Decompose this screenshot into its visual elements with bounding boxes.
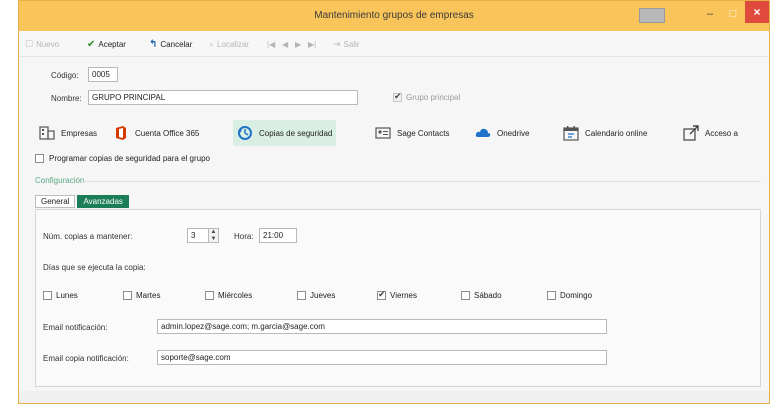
tab-onedrive-label: Onedrive [497,128,530,138]
tab-online-calendar[interactable]: Calendario online [559,120,651,146]
new-document-icon: ☐ [25,38,34,49]
new-button[interactable]: ☐ Nuevo [25,38,59,50]
spin-up-icon[interactable]: ▲ [209,229,218,236]
tab-advanced[interactable]: Avanzadas [77,195,129,208]
companies-icon [39,125,55,141]
locate-button[interactable]: ⌕ Localizar [209,38,249,50]
main-group-option[interactable]: Grupo principal [393,91,461,102]
undo-icon: ↰ [149,38,158,50]
status-bar [19,391,769,403]
schedule-backups-checkbox[interactable] [35,154,44,163]
schedule-backups-label: Programar copias de seguridad para el gr… [49,154,210,163]
copies-spinner[interactable]: ▲ ▼ [208,228,219,243]
first-record-button[interactable]: |◀ [267,38,275,50]
contacts-icon [375,125,391,141]
day-label-tuesday: Martes [136,291,161,300]
title-bar: Mantenimiento grupos de empresas – □ × [19,1,769,31]
day-option-wednesday[interactable]: Miércoles [205,291,252,300]
notification-email-field[interactable]: admin.lopez@sage.com; m.garcia@sage.com [157,319,607,334]
day-option-saturday[interactable]: Sábado [461,291,502,300]
day-option-thursday[interactable]: Jueves [297,291,335,300]
configuration-section-title: Configuración [35,176,85,185]
notification-copy-email-label: Email copia notificación: [43,354,129,363]
accept-button-label: Aceptar [98,39,126,49]
tab-sage-contacts[interactable]: Sage Contacts [371,120,453,146]
tab-online-calendar-label: Calendario online [585,128,648,138]
main-group-checkbox[interactable] [393,91,402,102]
tab-backups[interactable]: Copias de seguridad [233,120,337,146]
backup-icon [237,125,253,141]
tab-empresas-label: Empresas [61,128,98,138]
name-label: Nombre: [51,94,82,103]
tab-sage-contacts-label: Sage Contacts [397,128,450,138]
tab-empresas[interactable]: Empresas [35,120,101,146]
tab-office365-label: Cuenta Office 365 [135,128,200,138]
config-subtabs: General Avanzadas [35,195,129,208]
maximize-button[interactable]: □ [724,5,742,23]
day-option-friday[interactable]: Viernes [377,289,417,300]
copies-to-keep-field[interactable]: 3 [187,228,209,243]
toolbar: ☐ Nuevo ✔ Aceptar ↰ Cancelar ⌕ Localizar… [19,31,769,57]
tab-office365[interactable]: Cuenta Office 365 [109,120,203,146]
name-field[interactable]: GRUPO PRINCIPAL [88,90,358,105]
search-icon: ⌕ [209,38,215,49]
calendar-icon [563,125,579,141]
day-label-friday: Viernes [390,291,417,300]
section-divider [81,181,761,182]
tab-access-label: Acceso a [705,128,738,138]
day-label-thursday: Jueves [310,291,336,300]
exit-button[interactable]: ⇥ Salir [333,38,360,50]
new-button-label: Nuevo [36,39,60,49]
main-group-label: Grupo principal [406,93,461,102]
day-checkbox-thursday[interactable] [297,291,306,300]
tab-backups-label: Copias de seguridad [259,128,333,138]
day-label-monday: Lunes [56,291,78,300]
locate-button-label: Localizar [217,39,250,49]
last-record-button[interactable]: ▶| [308,38,316,50]
office-icon [113,125,129,141]
day-checkbox-wednesday[interactable] [205,291,214,300]
tab-access[interactable]: Acceso a [679,120,742,146]
time-label: Hora: [234,232,254,241]
minimize-button[interactable]: – [701,5,719,23]
notification-email-label: Email notificación: [43,323,108,332]
notification-copy-email-field[interactable]: soporte@sage.com [157,350,607,365]
day-label-sunday: Domingo [560,291,593,300]
cloud-icon [475,125,491,141]
next-record-button[interactable]: ▶ [295,38,301,50]
day-checkbox-friday[interactable] [377,289,386,300]
accept-button[interactable]: ✔ Aceptar [87,38,126,50]
day-checkbox-sunday[interactable] [547,291,556,300]
tab-onedrive[interactable]: Onedrive [471,120,533,146]
cancel-button[interactable]: ↰ Cancelar [149,38,192,50]
schedule-backups-option[interactable]: Programar copias de seguridad para el gr… [35,154,210,163]
day-checkbox-monday[interactable] [43,291,52,300]
tab-general[interactable]: General [35,195,76,208]
day-label-wednesday: Miércoles [218,291,253,300]
cancel-button-label: Cancelar [160,39,193,49]
copies-to-keep-label: Núm. copias a mantener: [43,232,133,241]
external-link-icon [683,125,699,141]
day-option-monday[interactable]: Lunes [43,291,78,300]
backup-days-label: Días que se ejecuta la copia: [43,263,146,272]
exit-icon: ⇥ [333,38,341,49]
day-checkbox-tuesday[interactable] [123,291,132,300]
exit-button-label: Salir [343,39,360,49]
day-checkbox-saturday[interactable] [461,291,470,300]
code-label: Código: [51,71,79,80]
day-option-sunday[interactable]: Domingo [547,291,592,300]
previous-record-button[interactable]: ◀ [282,38,288,50]
code-field[interactable]: 0005 [88,67,118,82]
spin-down-icon[interactable]: ▼ [209,236,218,243]
day-label-saturday: Sábado [474,291,502,300]
check-icon: ✔ [87,38,96,50]
close-button[interactable]: × [745,1,769,23]
app-icon [639,8,665,23]
time-field[interactable]: 21:00 [259,228,297,243]
module-tabs: Empresas Cuenta Office 365 Copias de seg… [19,116,769,150]
main-window: Mantenimiento grupos de empresas – □ × ☐… [18,0,770,404]
day-option-tuesday[interactable]: Martes [123,291,160,300]
